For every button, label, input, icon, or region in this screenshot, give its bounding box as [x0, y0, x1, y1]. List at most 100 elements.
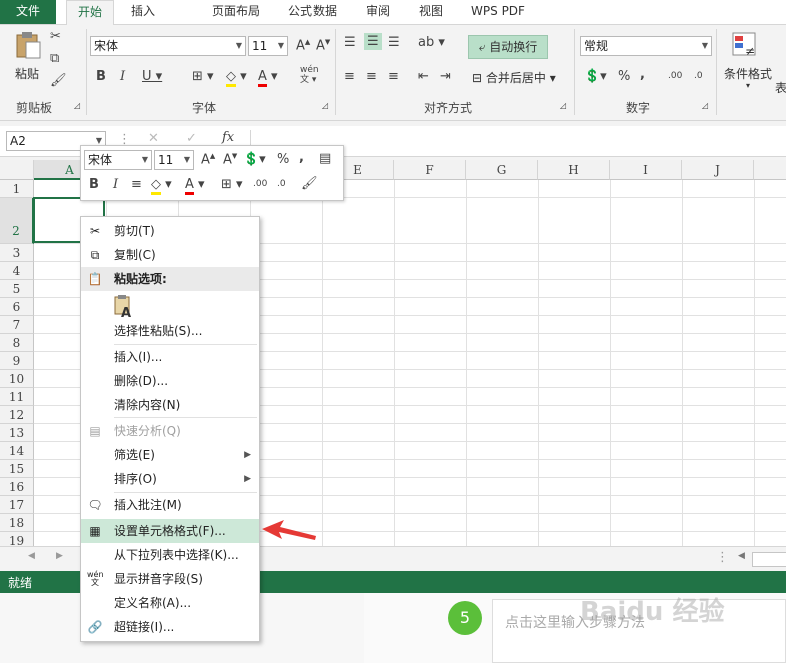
column-header[interactable] — [754, 160, 786, 180]
decrease-decimal-icon[interactable]: .0 — [277, 179, 286, 189]
comma-style-icon[interactable]: , — [299, 150, 304, 165]
menu-item-cut[interactable]: ✂ 剪切(T) — [81, 219, 259, 243]
enter-icon[interactable]: ✓ — [186, 131, 197, 146]
accounting-format-icon[interactable]: 💲▾ — [243, 152, 266, 167]
align-top-icon[interactable]: ☰ — [344, 35, 356, 50]
conditional-format-button[interactable]: 条件格式 — [720, 65, 776, 82]
menu-item-hyperlink[interactable]: 🔗 超链接(I)... — [81, 615, 259, 639]
format-painter-icon[interactable]: 🖌 — [301, 176, 318, 191]
tab-review[interactable]: 审阅 — [364, 0, 392, 24]
horizontal-scrollbar[interactable] — [752, 552, 786, 567]
align-left-icon[interactable]: ≡ — [344, 69, 355, 84]
font-color-icon[interactable]: A ▾ — [185, 177, 205, 195]
percent-icon[interactable]: % — [277, 152, 289, 167]
decrease-indent-icon[interactable]: ⇤ — [418, 69, 429, 84]
menu-item-copy[interactable]: ⧉ 复制(C) — [81, 243, 259, 267]
row-header[interactable]: 5 — [0, 280, 34, 298]
row-header[interactable]: 13 — [0, 424, 34, 442]
format-as-table-button[interactable]: 表 — [774, 79, 786, 96]
phonetic-icon[interactable]: wén 文 ▾ — [300, 65, 319, 85]
increase-decimal-icon[interactable]: .00 — [668, 71, 682, 81]
align-center-icon[interactable]: ≡ — [131, 177, 142, 192]
tab-file[interactable]: 文件 — [0, 0, 56, 24]
menu-item-pick-from-list[interactable]: 从下拉列表中选择(K)... — [81, 543, 259, 567]
percent-icon[interactable]: % — [618, 69, 630, 84]
border-icon[interactable]: ⊞ ▾ — [221, 177, 243, 192]
menu-item-clear-contents[interactable]: 清除内容(N) — [81, 393, 259, 417]
menu-item-insert[interactable]: 插入(I)... — [81, 345, 259, 369]
orientation-icon[interactable]: ab ▾ — [418, 35, 445, 50]
menu-item-show-phonetic[interactable]: wén 文显示拼音字段(S) — [81, 567, 259, 591]
menu-item-define-name[interactable]: 定义名称(A)... — [81, 591, 259, 615]
select-all-corner[interactable] — [0, 160, 34, 180]
increase-indent-icon[interactable]: ⇥ — [440, 69, 451, 84]
mini-font-size-combo[interactable]: 11 ▼ — [154, 150, 194, 170]
column-header[interactable]: H — [538, 160, 610, 180]
dialog-launcher-icon[interactable]: ◿ — [560, 101, 566, 110]
paste-button[interactable]: 粘贴 — [12, 65, 42, 82]
cut-icon[interactable]: ✂ — [50, 29, 61, 44]
dialog-launcher-icon[interactable]: ◿ — [702, 101, 708, 110]
align-bottom-icon[interactable]: ☰ — [388, 35, 400, 50]
format-painter-icon[interactable]: 🖌 — [50, 73, 67, 88]
format-table-icon[interactable]: ▤ — [319, 151, 331, 166]
align-center-icon[interactable]: ≡ — [366, 69, 377, 84]
row-header[interactable]: 3 — [0, 244, 34, 262]
shrink-font-icon[interactable]: A▼ — [223, 152, 237, 167]
font-name-combo[interactable]: 宋体 ▼ — [90, 36, 246, 56]
row-header[interactable]: 2 — [0, 198, 34, 244]
italic-icon[interactable]: I — [113, 177, 118, 192]
row-header[interactable]: 14 — [0, 442, 34, 460]
wrap-text-button[interactable]: ⤶ 自动换行 — [468, 35, 548, 59]
shrink-font-icon[interactable]: A▼ — [316, 38, 330, 53]
font-color-icon[interactable]: A ▾ — [258, 69, 278, 87]
increase-decimal-icon[interactable]: .00 — [253, 179, 267, 189]
menu-item-paste-special[interactable]: 选择性粘贴(S)... — [81, 319, 259, 343]
next-sheet-icon[interactable]: ▶ — [56, 551, 63, 561]
menu-item-filter[interactable]: 筛选(E) ▶ — [81, 443, 259, 467]
grow-font-icon[interactable]: A▲ — [296, 38, 310, 53]
menu-item-delete[interactable]: 删除(D)... — [81, 369, 259, 393]
insert-function-icon[interactable]: fx — [222, 130, 234, 145]
row-header[interactable]: 17 — [0, 496, 34, 514]
tab-data[interactable]: 数据 — [311, 0, 339, 24]
column-header[interactable]: F — [394, 160, 466, 180]
row-header[interactable]: 16 — [0, 478, 34, 496]
tab-view[interactable]: 视图 — [417, 0, 445, 24]
column-header[interactable]: I — [610, 160, 682, 180]
menu-item-format-cells[interactable]: ▦ 设置单元格格式(F)... — [81, 519, 259, 543]
row-header[interactable]: 1 — [0, 180, 34, 198]
tab-insert[interactable]: 插入 — [128, 0, 158, 24]
fill-color-icon[interactable]: ◇ ▾ — [151, 177, 172, 195]
merge-center-button[interactable]: ⊟ 合并后居中 ▾ — [472, 69, 568, 86]
mini-font-name-combo[interactable]: 宋体 ▼ — [84, 150, 152, 170]
grow-font-icon[interactable]: A▲ — [201, 152, 215, 167]
bold-icon[interactable]: B — [96, 69, 106, 84]
chevron-down-icon[interactable]: ▾ — [740, 81, 756, 90]
border-icon[interactable]: ⊞ ▾ — [192, 69, 214, 84]
paste-values-icon[interactable]: A — [113, 295, 135, 321]
row-header[interactable]: 11 — [0, 388, 34, 406]
column-header[interactable]: J — [682, 160, 754, 180]
row-header[interactable]: 9 — [0, 352, 34, 370]
align-right-icon[interactable]: ≡ — [388, 69, 399, 84]
cancel-icon[interactable]: ✕ — [148, 131, 159, 146]
row-header[interactable]: 10 — [0, 370, 34, 388]
italic-icon[interactable]: I — [120, 69, 125, 84]
dialog-launcher-icon[interactable]: ◿ — [74, 101, 80, 110]
column-header[interactable]: G — [466, 160, 538, 180]
align-middle-icon[interactable]: ☰ — [364, 33, 382, 50]
menu-item-insert-comment[interactable]: 🗨 插入批注(M) — [81, 493, 259, 517]
underline-icon[interactable]: U ▾ — [142, 69, 162, 84]
conditional-format-icon[interactable]: ≠ — [730, 31, 760, 61]
bold-icon[interactable]: B — [89, 177, 99, 192]
row-header[interactable]: 18 — [0, 514, 34, 532]
row-header[interactable]: 8 — [0, 334, 34, 352]
row-header[interactable]: 12 — [0, 406, 34, 424]
tab-home[interactable]: 开始 — [66, 0, 114, 26]
prev-sheet-icon[interactable]: ◀ — [28, 551, 35, 561]
tab-wps-pdf[interactable]: WPS PDF — [466, 0, 530, 24]
row-header[interactable]: 15 — [0, 460, 34, 478]
tab-page-layout[interactable]: 页面布局 — [208, 0, 264, 24]
number-format-combo[interactable]: 常规 ▼ — [580, 36, 712, 56]
